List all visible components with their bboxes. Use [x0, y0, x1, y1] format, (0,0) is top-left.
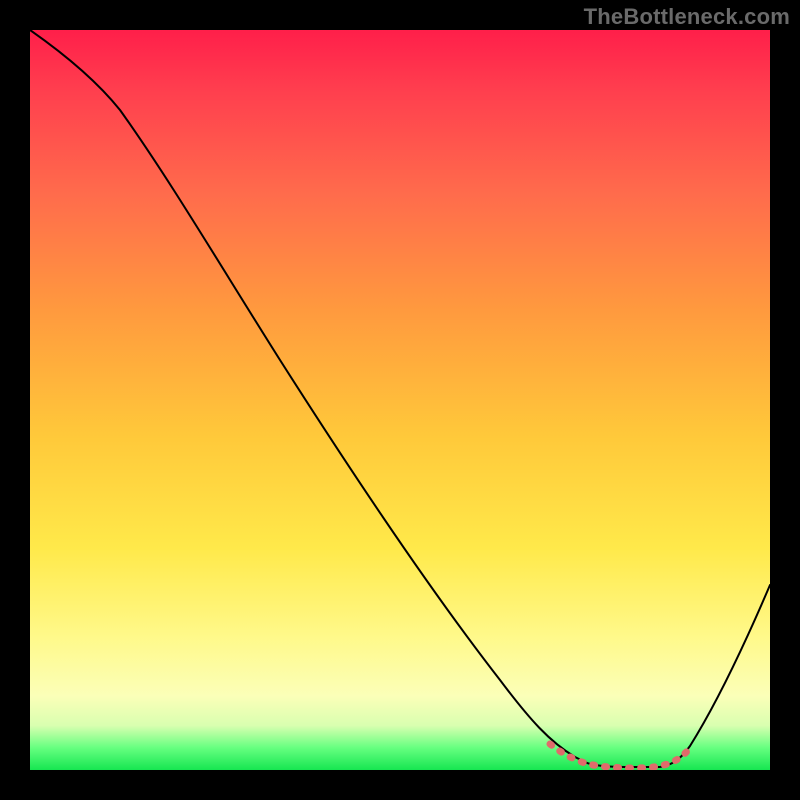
bottleneck-curve — [30, 30, 770, 767]
watermark-text: TheBottleneck.com — [584, 4, 790, 30]
valley-highlight — [550, 744, 690, 768]
plot-area — [30, 30, 770, 770]
chart-overlay — [30, 30, 770, 770]
chart-root: TheBottleneck.com — [0, 0, 800, 800]
